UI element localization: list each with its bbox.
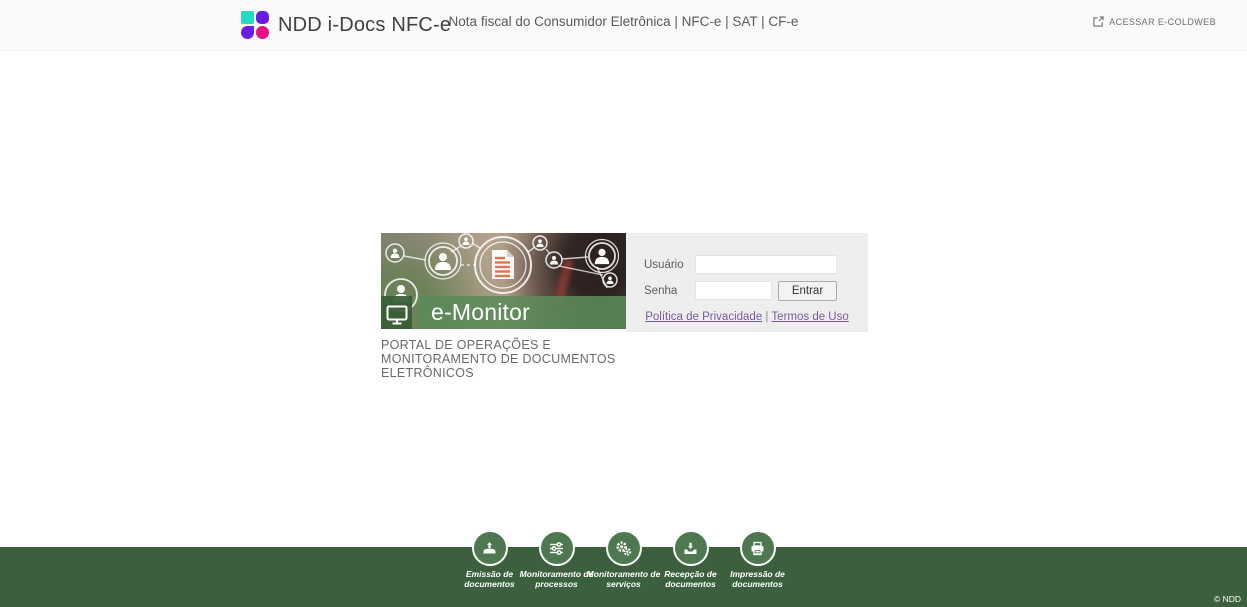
feature-label: Recepção de documentos	[664, 569, 717, 589]
sliders-icon	[538, 530, 575, 566]
external-link-icon	[1093, 16, 1104, 27]
feature-monitoramento-servicos: Monitoramento de serviços	[587, 530, 660, 589]
terms-of-use-link[interactable]: Termos de Uso	[771, 311, 848, 323]
document-icon	[492, 250, 514, 279]
monitor-icon	[381, 296, 412, 329]
login-banner-image: e-Monitor	[381, 233, 626, 329]
privacy-policy-link[interactable]: Política de Privacidade	[645, 311, 762, 323]
feature-monitoramento-processos: Monitoramento de processos	[520, 530, 593, 589]
footer-feature-list: Emissão de documentos Monitoramento de p…	[0, 530, 1247, 589]
feature-emissao-documentos: Emissão de documentos	[456, 530, 523, 589]
access-ecoldweb-label: ACESSAR E-COLDWEB	[1109, 16, 1216, 27]
feature-impressao-documentos: Impressão de documentos	[724, 530, 791, 589]
password-label: Senha	[644, 285, 678, 297]
feature-label: Monitoramento de serviços	[586, 569, 661, 589]
feature-label: Monitoramento de processos	[519, 569, 594, 589]
feature-label: Emissão de documentos	[464, 569, 515, 589]
portal-caption: Portal de operações e monitoramento de d…	[381, 338, 616, 380]
feature-recepcao-documentos: Recepção de documentos	[657, 530, 724, 589]
top-header: NDD i-Docs NFC-e Nota fiscal do Consumid…	[0, 0, 1247, 51]
login-panel: e-Monitor Usuário Senha Entrar Política …	[381, 233, 868, 332]
username-input[interactable]	[695, 255, 837, 274]
download-document-icon	[672, 530, 709, 566]
links-separator: |	[765, 311, 769, 323]
login-form: Usuário Senha Entrar Política de Privaci…	[626, 233, 868, 332]
printer-icon	[739, 530, 776, 566]
header-subtitle: Nota fiscal do Consumidor Eletrônica | N…	[448, 14, 799, 29]
password-input[interactable]	[695, 281, 772, 300]
emonitor-banner: e-Monitor	[381, 296, 626, 329]
feature-label: Impressão de documentos	[730, 569, 785, 589]
legal-links: Política de Privacidade | Termos de Uso	[626, 311, 868, 323]
username-label: Usuário	[644, 259, 684, 271]
access-ecoldweb-link[interactable]: ACESSAR E-COLDWEB	[1093, 16, 1216, 27]
footer: Emissão de documentos Monitoramento de p…	[0, 530, 1247, 607]
login-button[interactable]: Entrar	[778, 281, 837, 301]
gears-icon	[605, 530, 642, 566]
main-content: e-Monitor Usuário Senha Entrar Política …	[0, 51, 1247, 547]
copyright: © NDD	[1213, 594, 1241, 604]
upload-document-icon	[471, 530, 508, 566]
emonitor-title: e-Monitor	[418, 296, 626, 329]
